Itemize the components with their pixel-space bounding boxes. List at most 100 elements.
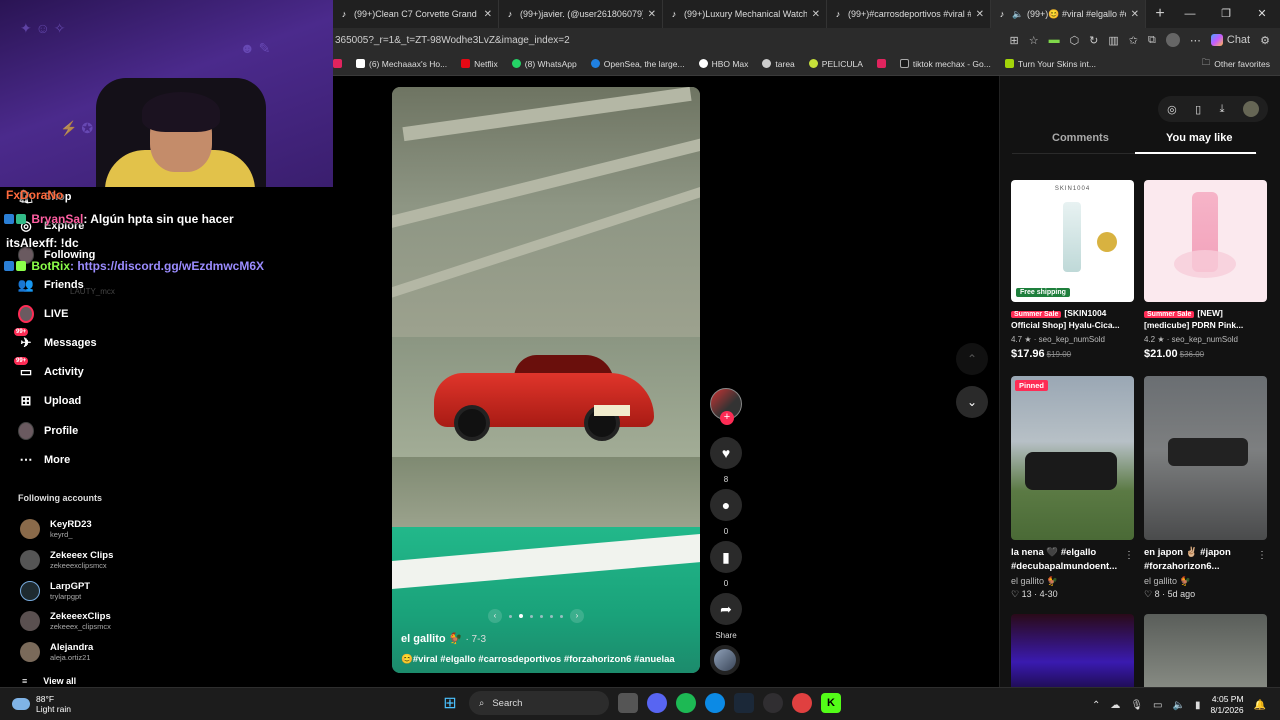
tab-comments[interactable]: Comments xyxy=(1052,132,1109,144)
tray-chevron-icon[interactable]: ⌃ xyxy=(1092,700,1100,711)
video-player[interactable]: ‹ › el gallito 🐓 · 7-3 😊#viral #elgallo … xyxy=(392,87,700,673)
browser-tab[interactable]: ♪ (99+)Luxury Mechanical Watches ✕ xyxy=(663,0,827,28)
nav-messages[interactable]: ✈ 99+ Messages xyxy=(14,328,97,351)
bookmark-item[interactable]: tarea xyxy=(762,59,795,69)
url-text[interactable]: 365005?_r=1&_t=ZT-98Wodhe3LvZ&image_inde… xyxy=(333,35,1009,46)
product-card[interactable]: SKIN1004 Free shipping Summer Sale [SKIN1… xyxy=(1011,180,1134,360)
following-account[interactable]: ZekeeexClips zekeeex_clipsmcx xyxy=(20,611,111,631)
obs-icon[interactable] xyxy=(763,693,783,713)
collections-icon[interactable]: ⧉ xyxy=(1148,34,1156,47)
video-thumbnail[interactable] xyxy=(1144,614,1267,694)
menu-icon[interactable]: ⋯ xyxy=(1190,34,1201,47)
bookmark-item[interactable]: PELICULA xyxy=(808,59,863,69)
steam-icon[interactable] xyxy=(734,693,754,713)
close-tab-icon[interactable]: ✕ xyxy=(484,9,492,20)
video-author[interactable]: el gallito 🐓 xyxy=(1144,576,1267,587)
comment-button[interactable]: ● 0 xyxy=(710,489,742,536)
bookmark-item[interactable]: HBO Max xyxy=(698,59,748,69)
bookmark-item[interactable]: Netflix xyxy=(461,59,498,69)
nav-more[interactable]: ⋯ More xyxy=(18,452,71,468)
speaker-icon[interactable]: 🔈 xyxy=(1012,9,1023,19)
close-tab-icon[interactable]: ✕ xyxy=(812,9,820,20)
recommended-video[interactable]: Pinned la nena 🖤 #elgallo #decubapalmund… xyxy=(1011,376,1134,600)
close-tab-icon[interactable]: ✕ xyxy=(1131,9,1139,20)
restore-icon[interactable]: ❐ xyxy=(1208,0,1244,28)
following-account[interactable]: Zekeeex Clips zekeeexclipsmcx xyxy=(20,550,113,570)
more-options-icon[interactable]: ⋮ xyxy=(1124,550,1134,561)
edge-icon[interactable] xyxy=(705,693,725,713)
extension-icon[interactable]: ⬡ xyxy=(1070,34,1080,47)
carousel-dot[interactable] xyxy=(509,614,512,618)
apps-icon[interactable]: ⊞ xyxy=(1009,34,1018,47)
user-avatar[interactable] xyxy=(1242,101,1259,117)
nav-profile[interactable]: Profile xyxy=(18,422,78,440)
video-thumbnail[interactable] xyxy=(1011,614,1134,694)
new-tab-button[interactable]: + xyxy=(1146,5,1174,23)
bookmark-item[interactable]: (8) WhatsApp xyxy=(511,59,577,69)
next-video-button[interactable]: ⌄ xyxy=(956,386,988,418)
next-photo-icon[interactable]: › xyxy=(570,609,584,623)
tab-you-may-like[interactable]: You may like xyxy=(1166,132,1232,144)
recommended-video[interactable]: en japon ✌🏼 #japon #forzahorizon6... ⋮ e… xyxy=(1144,376,1267,600)
weather-widget[interactable]: 88°F Light rain xyxy=(12,694,71,714)
refresh-ext-icon[interactable]: ↻ xyxy=(1089,34,1098,47)
bookmark-item[interactable]: OpenSea, the large... xyxy=(590,59,685,69)
minimize-icon[interactable]: — xyxy=(1172,0,1208,28)
following-account[interactable]: Alejandra aleja.ortiz21 xyxy=(20,642,93,662)
file-explorer-icon[interactable] xyxy=(618,693,638,713)
microphone-icon[interactable]: 🎙 xyxy=(1130,700,1143,711)
nav-upload[interactable]: ⊞ Upload xyxy=(18,393,82,409)
more-options-icon[interactable]: ⋮ xyxy=(1257,550,1267,561)
clock[interactable]: 4:05 PM 8/1/2026 xyxy=(1210,694,1243,716)
previous-video-button[interactable]: ⌃ xyxy=(956,343,988,375)
follow-plus-icon[interactable]: + xyxy=(720,411,734,425)
settings-icon[interactable]: ⚙ xyxy=(1260,34,1270,47)
bookmark-item[interactable] xyxy=(333,59,342,68)
view-all-link[interactable]: ≡ View all xyxy=(22,676,76,686)
save-button[interactable]: ▮ 0 xyxy=(710,541,742,588)
split-screen-icon[interactable]: ▥ xyxy=(1108,34,1118,47)
compass-icon[interactable]: ◎ xyxy=(1167,103,1177,116)
notification-icon[interactable]: 🔔 xyxy=(1254,700,1266,711)
copilot-chat-button[interactable]: Chat xyxy=(1210,34,1250,46)
kick-icon[interactable]: K xyxy=(821,693,841,713)
battery-icon[interactable]: ▮ xyxy=(1195,700,1201,711)
like-button[interactable]: ♥ 8 xyxy=(710,437,742,484)
favorites-icon[interactable]: ✩ xyxy=(1129,34,1138,47)
close-window-icon[interactable]: ✕ xyxy=(1244,0,1280,28)
browser-tab[interactable]: ♪ (99+)javier. (@user261806079)'s v ✕ xyxy=(499,0,663,28)
chrome-icon[interactable] xyxy=(792,693,812,713)
network-icon[interactable]: ▭ xyxy=(1153,700,1162,711)
music-disc-icon[interactable] xyxy=(710,645,740,675)
favorite-star-icon[interactable]: ☆ xyxy=(1029,34,1039,47)
carousel-dot[interactable] xyxy=(540,614,543,618)
prev-photo-icon[interactable]: ‹ xyxy=(488,609,502,623)
spotify-icon[interactable] xyxy=(676,693,696,713)
bookmark-item[interactable]: tiktok mechax - Go... xyxy=(899,59,991,69)
following-account[interactable]: KeyRD23 keyrd_ xyxy=(20,519,92,539)
nav-live[interactable]: LIVE xyxy=(18,305,68,323)
bookmark-item[interactable]: Turn Your Skins int... xyxy=(1004,59,1096,69)
browser-tab[interactable]: ♪ (99+)Clean C7 Corvette Grand Sp ✕ xyxy=(333,0,499,28)
share-button[interactable]: ➦ Share xyxy=(710,593,742,640)
browser-tab[interactable]: ♪ (99+)#carrosdeportivos #viral #fo ✕ xyxy=(827,0,991,28)
discord-icon[interactable] xyxy=(647,693,667,713)
bookmark-item[interactable]: (6) Mechaaax's Ho... xyxy=(356,59,447,69)
product-card[interactable]: Summer Sale [NEW] [medicube] PDRN Pink...… xyxy=(1144,180,1267,360)
bookmark-item[interactable] xyxy=(876,59,886,68)
nav-activity[interactable]: ▭ 99+ Activity xyxy=(14,357,84,380)
onedrive-icon[interactable]: ☁ xyxy=(1110,700,1120,711)
profile-avatar[interactable] xyxy=(1165,33,1180,47)
windows-start-icon[interactable]: ⊞ xyxy=(440,693,460,713)
other-favorites[interactable]: 🗀 Other favorites xyxy=(1202,57,1270,71)
video-author[interactable]: el gallito 🐓 · 7-3 xyxy=(401,632,486,645)
volume-icon[interactable]: 🔈 xyxy=(1172,700,1184,711)
following-account[interactable]: LarpGPT trylarpgpt xyxy=(20,581,90,601)
close-tab-icon[interactable]: ✕ xyxy=(648,9,656,20)
taskbar-search[interactable]: ⌕ Search xyxy=(469,691,609,715)
phone-icon[interactable]: ▯ xyxy=(1195,103,1201,116)
carousel-dot[interactable] xyxy=(550,614,553,618)
carousel-dot[interactable] xyxy=(530,614,533,618)
download-icon[interactable]: ⤓ xyxy=(1220,103,1225,116)
carousel-dot-active[interactable] xyxy=(519,614,523,618)
